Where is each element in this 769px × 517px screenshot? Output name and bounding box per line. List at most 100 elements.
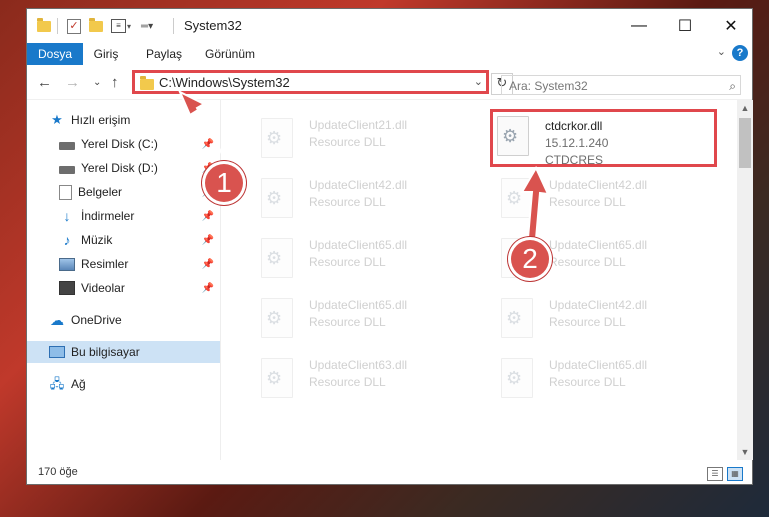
nav-item-music[interactable]: ♪ Müzik 📌 xyxy=(27,229,220,251)
this-pc-icon xyxy=(49,346,65,358)
file-name: UpdateClient42.dll xyxy=(549,298,648,312)
new-folder-icon[interactable] xyxy=(89,17,103,34)
scroll-up-icon[interactable]: ▲ xyxy=(737,100,753,116)
nav-item-label: Yerel Disk (C:) xyxy=(81,137,158,151)
sep xyxy=(173,18,174,34)
file-name: UpdateClient65.dll xyxy=(549,358,648,372)
nav-item-disk-c[interactable]: Yerel Disk (C:) 📌 xyxy=(27,133,220,155)
file-name: UpdateClient42.dll xyxy=(309,178,408,192)
details-view-icon[interactable]: ☰ xyxy=(707,467,723,481)
search-input[interactable]: Ara: System32 ⌕ xyxy=(501,75,741,95)
expand-ribbon-icon[interactable]: ⌄ xyxy=(717,45,726,58)
nav-item-label: Hızlı erişim xyxy=(71,113,131,127)
file-description: Resource DLL xyxy=(309,315,386,329)
address-path: C:\Windows\System32 xyxy=(159,75,290,90)
pin-icon: 📌 xyxy=(201,258,214,270)
tab-paylas[interactable]: Paylaş xyxy=(139,43,189,65)
list-item[interactable]: UpdateClient65.dll Resource DLL xyxy=(485,350,715,400)
address-folder-icon xyxy=(140,76,154,90)
tab-giris[interactable]: Giriş xyxy=(85,43,127,65)
dll-file-icon xyxy=(261,238,293,278)
nav-item-network[interactable]: 🖧 Ağ xyxy=(27,373,220,395)
list-item[interactable]: UpdateClient65.dll Resource DLL xyxy=(245,290,475,340)
folder-icon xyxy=(37,17,51,34)
pin-icon: 📌 xyxy=(201,210,214,222)
tiles-view-icon[interactable]: ▦ xyxy=(727,467,743,481)
downloads-icon: ↓ xyxy=(63,208,71,224)
close-button[interactable]: ✕ xyxy=(708,9,754,43)
nav-item-pictures[interactable]: Resimler 📌 xyxy=(27,253,220,275)
maximize-button[interactable]: ☐ xyxy=(662,9,708,43)
list-item[interactable]: UpdateClient42.dll Resource DLL xyxy=(245,170,475,220)
nav-item-label: Müzik xyxy=(81,233,113,247)
music-icon: ♪ xyxy=(63,232,71,248)
file-name: UpdateClient42.dll xyxy=(549,178,648,192)
nav-item-this-pc[interactable]: Bu bilgisayar xyxy=(27,341,220,363)
pin-icon: 📌 xyxy=(201,234,214,246)
pin-icon: 📌 xyxy=(201,282,214,294)
recent-locations-icon[interactable]: ⌄ xyxy=(93,77,101,88)
list-item[interactable]: UpdateClient42.dll Resource DLL xyxy=(485,170,715,220)
nav-item-quick-access[interactable]: ★ Hızlı erişim xyxy=(27,109,220,131)
up-arrow-icon[interactable]: ↑ xyxy=(111,74,119,91)
file-description: Resource DLL xyxy=(309,195,386,209)
address-bar[interactable]: C:\Windows\System32 ⌄ xyxy=(132,70,489,94)
nav-item-downloads[interactable]: ↓ İndirmeler 📌 xyxy=(27,205,220,227)
documents-icon xyxy=(59,184,72,200)
nav-item-onedrive[interactable]: ☁ OneDrive xyxy=(27,309,220,331)
videos-icon xyxy=(59,281,75,295)
nav-item-documents[interactable]: Belgeler 📌 xyxy=(27,181,220,203)
window-title: System32 xyxy=(184,18,242,33)
tab-dosya[interactable]: Dosya xyxy=(27,43,83,65)
tab-gorunum[interactable]: Görünüm xyxy=(200,43,260,65)
sep xyxy=(57,18,58,34)
search-placeholder: Ara: System32 xyxy=(509,79,588,93)
highlight-box xyxy=(490,109,717,167)
item-count: 170 öğe xyxy=(38,466,78,478)
back-arrow-icon[interactable]: ← xyxy=(37,74,52,91)
dll-file-icon xyxy=(261,358,293,398)
properties-check-icon[interactable]: ✓ xyxy=(67,18,81,34)
properties-icon[interactable]: ≡ ▾ xyxy=(111,18,131,34)
nav-item-videos[interactable]: Videolar 📌 xyxy=(27,277,220,299)
list-item[interactable]: UpdateClient21.dll Resource DLL xyxy=(245,110,475,160)
pin-icon: 📌 xyxy=(201,138,214,150)
vertical-scrollbar[interactable]: ▲ ▼ xyxy=(737,100,753,460)
title-bar: ✓ ≡ ▾ ═▾ System32 — ☐ ✕ xyxy=(27,9,752,43)
file-description: Resource DLL xyxy=(549,315,626,329)
onedrive-icon: ☁ xyxy=(50,312,64,328)
file-name: UpdateClient65.dll xyxy=(549,238,648,252)
disk-icon xyxy=(59,165,75,174)
scroll-down-icon[interactable]: ▼ xyxy=(737,444,753,460)
dll-file-icon xyxy=(501,298,533,338)
file-name: UpdateClient21.dll xyxy=(309,118,408,132)
help-icon[interactable]: ? xyxy=(732,45,748,61)
nav-item-label: Bu bilgisayar xyxy=(71,345,140,359)
dll-file-icon xyxy=(261,178,293,218)
nav-item-disk-d[interactable]: Yerel Disk (D:) 📌 xyxy=(27,157,220,179)
minimize-button[interactable]: — xyxy=(616,9,662,43)
nav-item-label: Yerel Disk (D:) xyxy=(81,161,158,175)
list-item[interactable]: UpdateClient42.dll Resource DLL xyxy=(485,290,715,340)
customize-quick-access-icon[interactable]: ═▾ xyxy=(141,18,153,34)
list-item[interactable]: UpdateClient63.dll Resource DLL xyxy=(245,350,475,400)
nav-item-label: Ağ xyxy=(71,377,86,391)
explorer-window: ✓ ≡ ▾ ═▾ System32 — ☐ ✕ Dosya Giriş Payla… xyxy=(26,8,753,485)
file-description: Resource DLL xyxy=(549,195,626,209)
callout-2: 2 xyxy=(508,237,552,281)
file-description: Resource DLL xyxy=(309,135,386,149)
file-name: UpdateClient65.dll xyxy=(309,238,408,252)
scrollbar-thumb[interactable] xyxy=(739,118,751,168)
list-item[interactable]: UpdateClient65.dll Resource DLL xyxy=(245,230,475,280)
star-icon: ★ xyxy=(51,112,63,127)
file-description: Resource DLL xyxy=(549,375,626,389)
forward-arrow-icon[interactable]: → xyxy=(65,74,80,91)
file-description: Resource DLL xyxy=(309,375,386,389)
disk-icon xyxy=(59,141,75,150)
dll-file-icon xyxy=(501,178,533,218)
status-bar: 170 öğe ☰ ▦ xyxy=(27,462,752,484)
dll-file-icon xyxy=(261,298,293,338)
nav-item-label: İndirmeler xyxy=(81,209,135,223)
address-dropdown-icon[interactable]: ⌄ xyxy=(474,75,483,88)
file-name: UpdateClient63.dll xyxy=(309,358,408,372)
